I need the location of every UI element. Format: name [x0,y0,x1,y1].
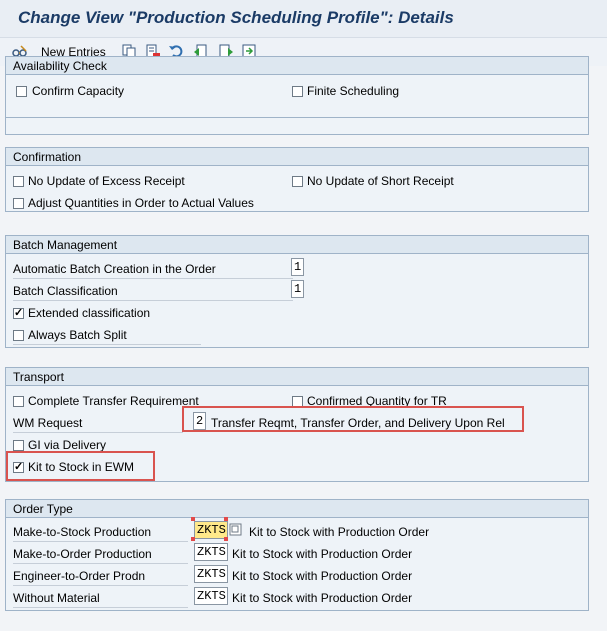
order-type-description: Kit to Stock with Production Order [232,547,413,561]
row-divider [13,300,293,301]
row-divider [13,607,188,608]
row-divider [13,278,293,279]
order-type-field[interactable]: ZKTS [194,521,228,539]
row-divider [13,585,188,586]
row-divider [13,563,188,564]
confirm-capacity-label: Confirm Capacity [32,84,125,98]
group-title-availability: Availability Check [6,57,588,75]
order-type-label: Make-to-Order Production [13,547,152,561]
extended-classification-label: Extended classification [28,306,151,320]
finite-scheduling-label: Finite Scheduling [307,84,400,98]
always-batch-split-label: Always Batch Split [28,328,127,342]
order-type-field[interactable]: ZKTS [194,587,228,605]
highlight-box-kit-to-stock [6,451,155,481]
order-type-label: Make-to-Stock Production [13,525,152,539]
order-type-group: Order Type Make-to-Stock Production ZKTS… [5,499,589,611]
selection-corner-marker [191,517,195,521]
confirmation-group: Confirmation No Update of Excess Receipt… [5,147,589,212]
detail-area: Availability Check Confirm Capacity Fini… [0,56,607,631]
auto-batch-creation-field[interactable]: 1 [291,258,304,276]
batch-classification-label: Batch Classification [13,284,118,298]
auto-batch-creation-label: Automatic Batch Creation in the Order [13,262,216,276]
adjust-quantities-checkbox[interactable] [13,198,24,209]
row-divider [13,541,188,542]
wm-request-label: WM Request [13,416,83,430]
window-title: Change View "Production Scheduling Profi… [0,0,607,36]
batch-classification-field[interactable]: 1 [291,280,304,298]
order-type-field[interactable]: ZKTS [194,543,228,561]
order-type-label: Without Material [13,591,100,605]
order-type-field[interactable]: ZKTS [194,565,228,583]
confirm-capacity-checkbox[interactable] [16,86,27,97]
complete-transfer-label: Complete Transfer Requirement [28,394,199,408]
extended-classification-checkbox[interactable] [13,306,24,319]
adjust-quantities-label: Adjust Quantities in Order to Actual Val… [28,196,254,210]
gi-via-delivery-checkbox[interactable] [13,440,24,451]
group-title-confirmation: Confirmation [6,148,588,166]
no-update-short-checkbox[interactable] [292,176,303,187]
availability-check-group: Availability Check Confirm Capacity Fini… [5,56,589,118]
availability-group-bottom [5,118,589,135]
group-title-order-type: Order Type [6,500,588,518]
finite-scheduling-checkbox[interactable] [292,86,303,97]
selection-corner-marker [224,517,228,521]
group-title-batch: Batch Management [6,236,588,254]
selection-corner-marker [224,537,228,541]
selection-corner-marker [191,537,195,541]
row-divider [13,344,201,345]
no-update-excess-checkbox[interactable] [13,176,24,187]
order-type-label: Engineer-to-Order Prodn [13,569,146,583]
no-update-short-label: No Update of Short Receipt [307,174,454,188]
complete-transfer-checkbox[interactable] [13,396,24,407]
batch-management-group: Batch Management Automatic Batch Creatio… [5,235,589,348]
gi-via-delivery-label: GI via Delivery [28,438,107,452]
group-title-transport: Transport [6,368,588,386]
value-help-icon[interactable] [229,523,242,536]
order-type-description: Kit to Stock with Production Order [232,569,413,583]
highlight-box-wm-request [182,406,524,432]
no-update-excess-label: No Update of Excess Receipt [28,174,185,188]
order-type-description: Kit to Stock with Production Order [232,591,413,605]
always-batch-split-checkbox[interactable] [13,330,24,341]
row-divider [13,432,183,433]
order-type-description: Kit to Stock with Production Order [249,525,430,539]
